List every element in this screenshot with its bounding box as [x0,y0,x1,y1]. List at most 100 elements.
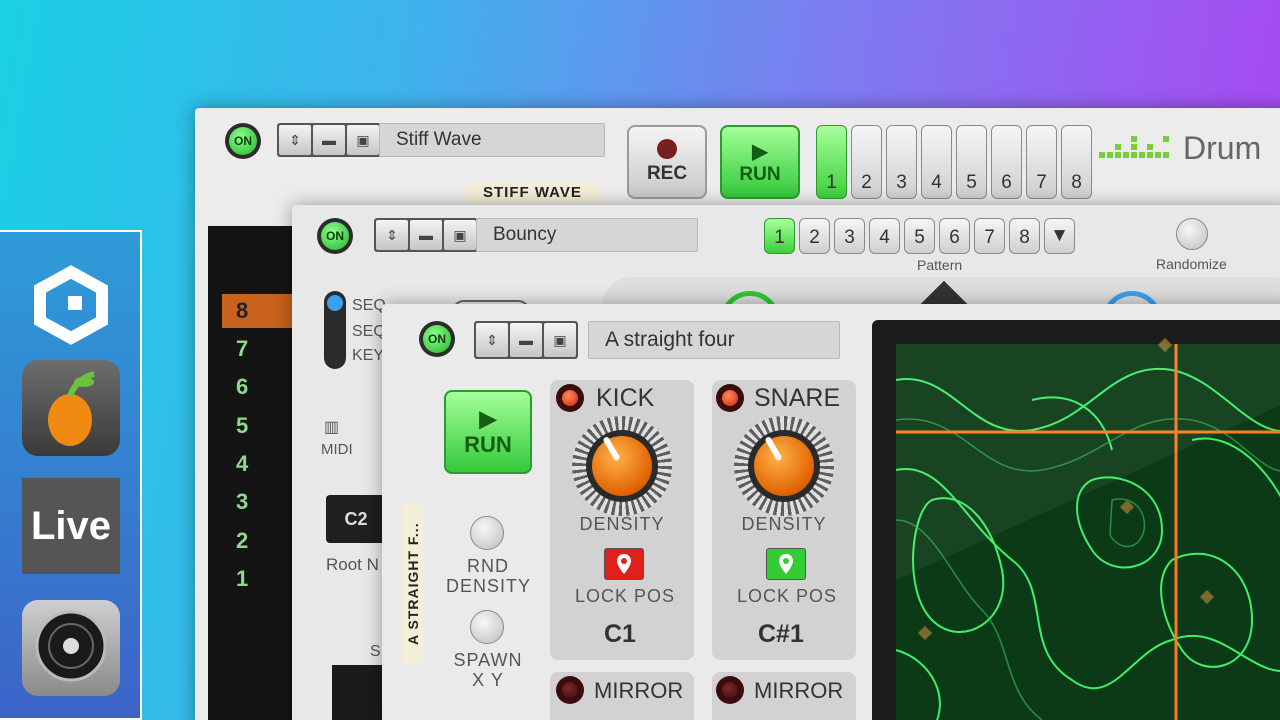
pattern-button[interactable]: 2 [799,218,830,254]
save-icon[interactable]: ▣ [544,323,576,357]
mode-switch-led [327,295,343,311]
pattern-button[interactable]: 4 [921,125,952,199]
folder-icon[interactable]: ▬ [313,125,345,155]
pattern-selector: 1 2 3 4 5 6 7 8 [816,125,1092,199]
sequence-column: 8 7 6 5 4 3 2 1 [208,226,298,720]
mode-switch[interactable] [324,291,346,369]
pattern-button[interactable]: 7 [1026,125,1057,199]
pattern-button[interactable]: 6 [991,125,1022,199]
seq-number[interactable]: 4 [236,451,248,477]
lock-pos-label: LOCK POS [736,586,838,606]
patch-updown-icon[interactable]: ⇕ [476,323,508,357]
tape-label: A STRAIGHT F... [402,504,424,664]
patch-updown-icon[interactable]: ⇕ [279,125,311,155]
note-value[interactable]: C#1 [758,620,804,649]
xy-contour-display[interactable] [872,320,1280,720]
location-pin-icon [617,554,631,574]
note-value[interactable]: C1 [604,620,636,649]
active-step-highlight [222,294,298,328]
patch-name[interactable]: Stiff Wave [379,123,605,157]
seq-number[interactable]: 8 [236,298,248,324]
patch-name[interactable]: Bouncy [476,218,698,252]
pattern-button[interactable]: 1 [816,125,847,199]
root-note-display[interactable]: C2 [326,495,386,543]
record-icon [657,139,677,159]
seq-number[interactable]: 5 [236,413,248,439]
kick-led-icon[interactable] [556,384,584,412]
run-button[interactable]: ▶ RUN [444,390,532,474]
on-label: ON [321,222,349,250]
mirror-led-icon[interactable] [556,676,584,704]
snare-led-icon[interactable] [716,384,744,412]
track-name: KICK [596,384,655,412]
seq-number[interactable]: 7 [236,336,248,362]
mirror-label: MIRROR [754,678,844,703]
run-label: RUN [464,432,512,457]
pattern-button[interactable]: 1 [764,218,795,254]
mode-option: SEQ [352,323,386,340]
location-pin-icon [779,554,793,574]
pattern-button[interactable]: 3 [886,125,917,199]
reason-icon[interactable] [22,254,120,350]
mode-option: KEY [352,347,385,364]
on-label: ON [423,325,451,353]
on-label: ON [229,127,257,155]
patch-nav: ⇕ ▬ ▣ [374,218,478,252]
pattern-button[interactable]: 8 [1061,125,1092,199]
folder-icon[interactable]: ▬ [410,220,442,250]
snare-density-knob[interactable] [734,416,834,516]
rec-label: REC [646,163,688,184]
lock-pos-button[interactable] [766,548,806,580]
live-label: Live [30,503,112,548]
piano-icon: ▥ [324,419,340,436]
randomize-label: Randomize [1156,256,1227,272]
pattern-button[interactable]: 3 [834,218,865,254]
play-icon: ▶ [752,140,768,163]
pattern-button[interactable]: 4 [869,218,900,254]
ableton-live-icon[interactable]: Live [22,478,120,574]
power-button[interactable]: ON [419,321,455,357]
fl-studio-icon[interactable] [22,360,120,456]
device-name: Drum [1183,130,1262,166]
lock-pos-label: LOCK POS [574,586,676,606]
pattern-button[interactable]: 6 [939,218,970,254]
patch-nav: ⇕ ▬ ▣ [277,123,381,157]
pattern-dropdown-icon[interactable]: ▼ [1044,218,1075,254]
randomize-button[interactable] [1176,218,1208,250]
pattern-button[interactable]: 2 [851,125,882,199]
patch-name[interactable]: A straight four [588,321,840,359]
kick-density-knob[interactable] [572,416,672,516]
patch-updown-icon[interactable]: ⇕ [376,220,408,250]
lock-pos-button[interactable] [604,548,644,580]
pattern-label: Pattern [917,257,963,273]
midi-label: MIDI [321,441,353,458]
mode-option: SEQ [352,297,386,314]
seq-number[interactable]: 2 [236,528,248,554]
folder-icon[interactable]: ▬ [510,323,542,357]
patch-nav: ⇕ ▬ ▣ [474,321,578,359]
seq-number[interactable]: 3 [236,489,248,515]
rnd-density-label: RND DENSITY [446,556,532,596]
power-button[interactable]: ON [317,218,353,254]
seq-number[interactable]: 6 [236,374,248,400]
save-icon[interactable]: ▣ [444,220,476,250]
pattern-button[interactable]: 8 [1009,218,1040,254]
logic-pro-icon[interactable] [22,600,120,696]
app-dock: Live [0,230,142,720]
save-icon[interactable]: ▣ [347,125,379,155]
run-button[interactable]: ▶ RUN [720,125,800,199]
spawn-xy-label: SPAWN X Y [453,650,523,690]
root-note-label: Root N [326,555,379,574]
spawn-xy-button[interactable] [470,610,504,644]
tape-label: STIFF WAVE [465,182,600,203]
pattern-button[interactable]: 7 [974,218,1005,254]
mirror-led-icon[interactable] [716,676,744,704]
power-button[interactable]: ON [225,123,261,159]
rec-button[interactable]: REC [627,125,707,199]
rnd-density-button[interactable] [470,516,504,550]
pattern-button[interactable]: 5 [956,125,987,199]
play-icon: ▶ [479,406,497,431]
pattern-button[interactable]: 5 [904,218,935,254]
seq-number[interactable]: 1 [236,566,248,592]
drum-logo-icon [1099,134,1171,162]
